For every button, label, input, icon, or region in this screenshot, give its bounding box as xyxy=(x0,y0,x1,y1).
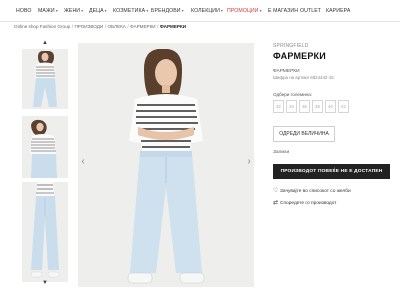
nav-item-women[interactable]: ЖЕНИ▾ xyxy=(64,8,83,14)
nav-item-label: КАРИЕРА xyxy=(326,8,351,14)
nav-item-label: МАЖИ xyxy=(38,8,55,14)
product-info-panel: SPRINGFIELD ФАРМЕРКИ ФАРМЕРКИ Шифра на а… xyxy=(273,43,393,206)
chevron-down-icon: ▾ xyxy=(81,8,84,13)
breadcrumb-link-clothing[interactable]: ОБЛЕКА xyxy=(107,24,125,29)
product-brand[interactable]: SPRINGFIELD xyxy=(273,43,393,49)
product-sku: Шифра на артикл 6824442-15 xyxy=(273,75,334,80)
product-subname: ФАРМЕРКИ xyxy=(273,69,300,74)
nav-item-label: КОЗМЕТИКА xyxy=(113,8,146,14)
compare-icon: ⇄ xyxy=(273,200,279,206)
breadcrumb-separator: / xyxy=(157,24,159,29)
size-select-label: Одбери големина: xyxy=(273,92,313,97)
size-option[interactable]: 36 xyxy=(299,100,310,113)
main-product-image[interactable]: ‹ › xyxy=(78,43,254,287)
next-image-arrow-icon[interactable]: › xyxy=(244,155,254,169)
breadcrumb-link-home[interactable]: Online shop Fashion Group xyxy=(14,24,70,29)
thumbnail-1[interactable] xyxy=(22,49,68,109)
unavailable-button[interactable]: ПРОИЗВОДОТ ПОВЕЌЕ НЕ Е ДОСТАПЕН xyxy=(273,164,390,179)
size-options: 32 34 36 38 40 42 xyxy=(273,100,349,113)
model-front-thumbnail-image xyxy=(22,49,68,109)
nav-item-kids[interactable]: ДЕЦА▾ xyxy=(89,8,107,14)
product-title: ФАРМЕРКИ xyxy=(273,51,326,61)
nav-item-label: БРЕНДОВИ xyxy=(151,8,181,14)
stock-label: Залихи xyxy=(273,150,290,155)
thumbnail-gallery: ▲ ▼ xyxy=(19,40,71,286)
chevron-down-icon: ▾ xyxy=(259,8,262,13)
breadcrumb-separator: / xyxy=(104,24,106,29)
size-option[interactable]: 40 xyxy=(325,100,336,113)
nav-item-promotions[interactable]: ПРОМОЦИИ▾ xyxy=(227,8,262,14)
size-option[interactable]: 42 xyxy=(338,100,349,113)
nav-item-career[interactable]: КАРИЕРА xyxy=(326,8,350,14)
breadcrumb-separator: / xyxy=(127,24,129,29)
nav-item-label: НОВО xyxy=(16,8,32,14)
breadcrumb-current: ФАРМЕРКИ xyxy=(159,24,187,29)
size-guide-button[interactable]: ОДРЕДИ ВЕЛИЧИНА xyxy=(273,126,335,142)
model-jeans-thumbnail-image xyxy=(22,182,68,282)
breadcrumb: Online shop Fashion Group / ПРОИЗВОДИ / ОБЛЕ… xyxy=(14,24,186,29)
nav-item-men[interactable]: МАЖИ▾ xyxy=(38,8,58,14)
nav-item-eshop[interactable]: Е МАГАЗИН xyxy=(268,8,298,14)
nav-item-label: ДЕЦА xyxy=(89,8,104,14)
nav-item-label: ПРОМОЦИИ xyxy=(227,8,259,14)
size-option[interactable]: 32 xyxy=(273,100,284,113)
breadcrumb-link-products[interactable]: ПРОИЗВОДИ xyxy=(74,24,103,29)
nav-item-label: ЖЕНИ xyxy=(64,8,81,14)
nav-item-label: OUTLET xyxy=(300,8,322,14)
heart-icon: ♡ xyxy=(273,188,279,194)
nav-item-brands[interactable]: БРЕНДОВИ▾ xyxy=(151,8,184,14)
size-option[interactable]: 34 xyxy=(286,100,297,113)
thumbnail-2[interactable] xyxy=(22,116,68,178)
wishlist-label: Зачувајте во списокот со желби xyxy=(280,189,351,194)
nav-item-outlet[interactable]: OUTLET xyxy=(300,8,321,14)
chevron-down-icon: ▾ xyxy=(181,8,184,13)
nav-item-label: Е МАГАЗИН xyxy=(268,8,299,14)
previous-image-arrow-icon[interactable]: ‹ xyxy=(78,155,88,169)
breadcrumb-link-jeans[interactable]: ФАРМЕРКИ xyxy=(130,24,155,29)
thumbnail-up-arrow-icon[interactable]: ▲ xyxy=(41,40,49,46)
size-option[interactable]: 38 xyxy=(312,100,323,113)
nav-item-cosmetics[interactable]: КОЗМЕТИКА▾ xyxy=(113,8,148,14)
model-pose-thumbnail-image xyxy=(22,116,68,178)
thumbnail-down-arrow-icon[interactable]: ▼ xyxy=(41,280,49,286)
chevron-down-icon: ▾ xyxy=(220,8,224,13)
nav-item-collections[interactable]: КОЛЕКЦИИ▾ xyxy=(191,8,223,14)
compare-label: Споредете го производот xyxy=(280,201,337,206)
nav-item-label: КОЛЕКЦИИ xyxy=(191,8,220,14)
chevron-down-icon: ▾ xyxy=(146,8,149,13)
chevron-down-icon: ▾ xyxy=(104,8,107,13)
thumbnail-3[interactable] xyxy=(22,182,68,282)
model-wearing-jeans-image xyxy=(78,43,254,287)
wishlist-link[interactable]: ♡ Зачувајте во списокот со желби xyxy=(273,187,351,194)
compare-link[interactable]: ⇄ Споредете го производот xyxy=(273,199,336,206)
top-navigation: НОВО МАЖИ▾ ЖЕНИ▾ ДЕЦА▾ КОЗМЕТИКА▾ БРЕНДО… xyxy=(0,0,400,22)
chevron-down-icon: ▾ xyxy=(55,8,58,13)
nav-item-new[interactable]: НОВО xyxy=(16,8,32,14)
breadcrumb-separator: / xyxy=(71,24,73,29)
